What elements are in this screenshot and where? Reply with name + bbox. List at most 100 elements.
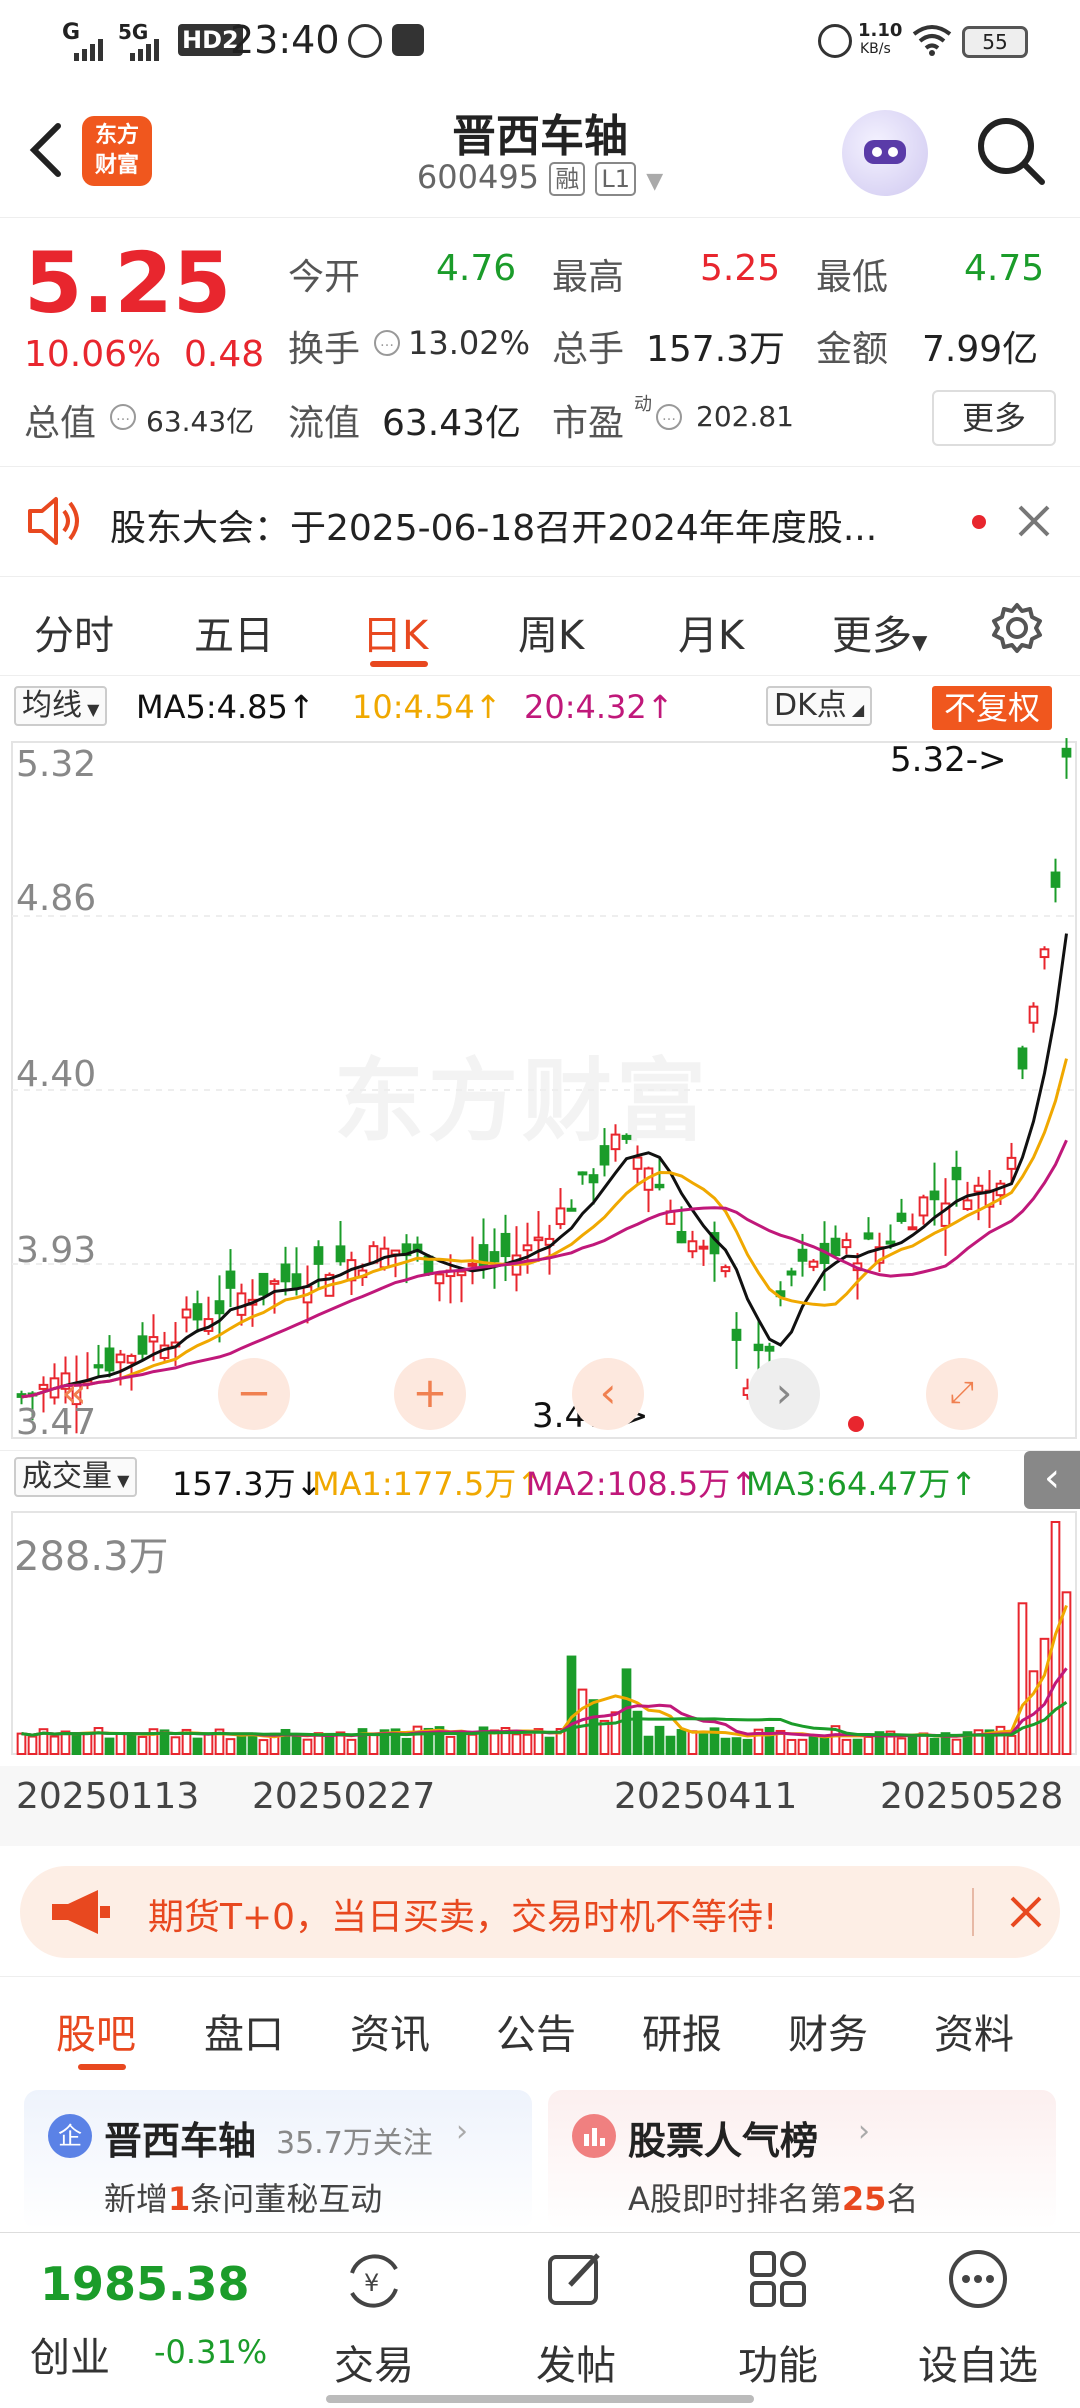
adjust-button[interactable]: 不复权 [932,686,1053,730]
net-speed-value: 1.10 [858,20,903,41]
volume-bar [665,1735,676,1756]
gear-icon[interactable] [990,601,1044,655]
desc-number: 1 [168,2180,191,2218]
more-button[interactable]: 更多 [932,390,1056,446]
zoom-in-icon[interactable]: + [394,1358,466,1430]
volume-bar [588,1699,599,1755]
more-circle-icon[interactable] [946,2247,1010,2311]
stock-header: 东方 财富 晋西车轴 600495 融 L1 ▼ [0,84,1080,218]
candle-body [258,1272,269,1296]
candle-body [555,1207,566,1226]
volume-selector[interactable]: 成交量 ▼ [14,1457,138,1497]
post-icon[interactable] [544,2247,608,2311]
candle-body [313,1246,324,1265]
stock-code-row[interactable]: 600495 融 L1 ▼ [340,158,740,196]
candle-body [808,1260,819,1268]
index-change: -0.31% [154,2333,268,2371]
promo-banner[interactable]: 期货T+0，当日买卖，交易时机不等待! [20,1866,1060,1958]
indicator-selector[interactable]: 均线 ▼ [14,686,108,726]
more-info-icon[interactable]: … [656,404,682,430]
candle-body [115,1353,126,1364]
candle-body [192,1303,203,1321]
tab-announcement[interactable]: 公告 [496,2002,576,2060]
volume-bar [698,1733,709,1756]
chevron-left-icon[interactable] [22,120,72,180]
index-value[interactable]: 1985.38 [40,2257,250,2311]
assistant-avatar[interactable] [842,110,928,196]
fullscreen-icon[interactable]: ⤢ [926,1358,998,1430]
chevron-right-icon: › [456,2114,468,2149]
tab-more[interactable]: 更多▼ [832,603,927,661]
tab-daily-k[interactable]: 日K [362,603,428,661]
candle-body [841,1239,852,1249]
index-name[interactable]: 创业 [30,2325,110,2383]
margin-tag: 融 [549,162,586,196]
tab-profile[interactable]: 资料 [934,2002,1014,2060]
candle-body [632,1156,643,1170]
volume-bar [797,1738,808,1756]
candle-body [566,1207,577,1212]
candle-body [830,1237,841,1257]
tab-intraday[interactable]: 分时 [34,603,114,661]
notice-bar[interactable]: 股东大会：于2025-06-18召开2024年年度股... [0,466,1080,576]
tab-pankou[interactable]: 盘口 [204,2002,284,2060]
desc-text: 新增 [104,2180,169,2218]
home-indicator [326,2395,754,2403]
scroll-left-icon[interactable]: ‹ [572,1358,644,1430]
open-label: 今开 [288,257,361,298]
candle-body [1017,1047,1028,1070]
volume-bar [907,1735,918,1756]
net-speed-unit: KB/s [860,41,891,57]
chevron-right-icon: › [858,2114,870,2149]
dropdown-icon: ▼ [646,169,664,194]
nav-watchlist[interactable]: 设自选 [908,2333,1048,2391]
scroll-right-icon[interactable]: › [748,1358,820,1430]
volume-bar [302,1738,313,1756]
x-label-2: 20250411 [614,1776,798,1817]
more-info-icon[interactable]: … [374,330,400,356]
active-tab-underline [78,2064,126,2070]
vol-ma2-label: MA2:108.5万↑ [526,1465,758,1503]
ma-legend-bar: 均线 ▼ MA5:4.85↑ 10:4.54↑ 20:4.32↑ DK点 ◢ 不… [0,686,1080,732]
popularity-rank-card[interactable]: 股票人气榜 › A股即时排名第25名 [548,2090,1056,2230]
functions-icon[interactable] [746,2247,810,2311]
close-icon[interactable] [1008,1894,1044,1930]
bottom-nav: 1985.38 创业 -0.31% ¥ 交易 发帖 功能 设自选 [0,2232,1080,2408]
tab-five-day[interactable]: 五日 [194,603,274,661]
tab-weekly-k[interactable]: 周K [518,603,584,661]
wifi-icon [910,22,954,58]
volume-bar [236,1733,247,1755]
search-icon[interactable] [974,114,1048,188]
close-icon[interactable] [1016,503,1052,539]
zoom-out-icon[interactable]: − [218,1358,290,1430]
last-price: 5.25 [24,234,232,332]
tab-guba[interactable]: 股吧 [56,2002,136,2060]
speaker-icon [26,495,82,547]
nav-trade[interactable]: 交易 [304,2333,444,2391]
ma5-label: MA5:4.85↑ [136,688,315,726]
candle-body [533,1236,544,1242]
ma-line [21,933,1068,1399]
nav-post[interactable]: 发帖 [506,2333,646,2391]
more-info-icon[interactable]: … [110,404,136,430]
change-percent: 10.06% [24,334,162,375]
tab-finance[interactable]: 财务 [788,2002,868,2060]
scroll-left-fast-icon[interactable]: « [38,1358,110,1430]
volume-bar [621,1668,632,1755]
alarm-icon [818,24,852,58]
collapse-panel-icon[interactable]: ‹ [1024,1451,1080,1509]
trade-icon[interactable]: ¥ [340,2247,408,2315]
signal-5g-icon [128,30,168,61]
candle-body [599,1145,610,1166]
stock-community-card[interactable]: 企 晋西车轴 35.7万关注 › 新增1条问董秘互动 [24,2090,532,2230]
dk-point-selector[interactable]: DK点 ◢ [766,686,873,726]
amount-label: 金额 [816,329,889,370]
kline-chart[interactable]: 东方财富 5.32 4.86 4.40 3.93 3.47 5.32-> 3.4… [0,738,1080,1444]
nav-functions[interactable]: 功能 [708,2333,848,2391]
dropdown-icon: ◢ [846,700,865,719]
tab-research[interactable]: 研报 [642,2002,722,2060]
tab-news[interactable]: 资讯 [350,2002,430,2060]
megaphone-icon [46,1886,116,1938]
candle-body [951,1166,962,1181]
tab-monthly-k[interactable]: 月K [678,603,744,661]
